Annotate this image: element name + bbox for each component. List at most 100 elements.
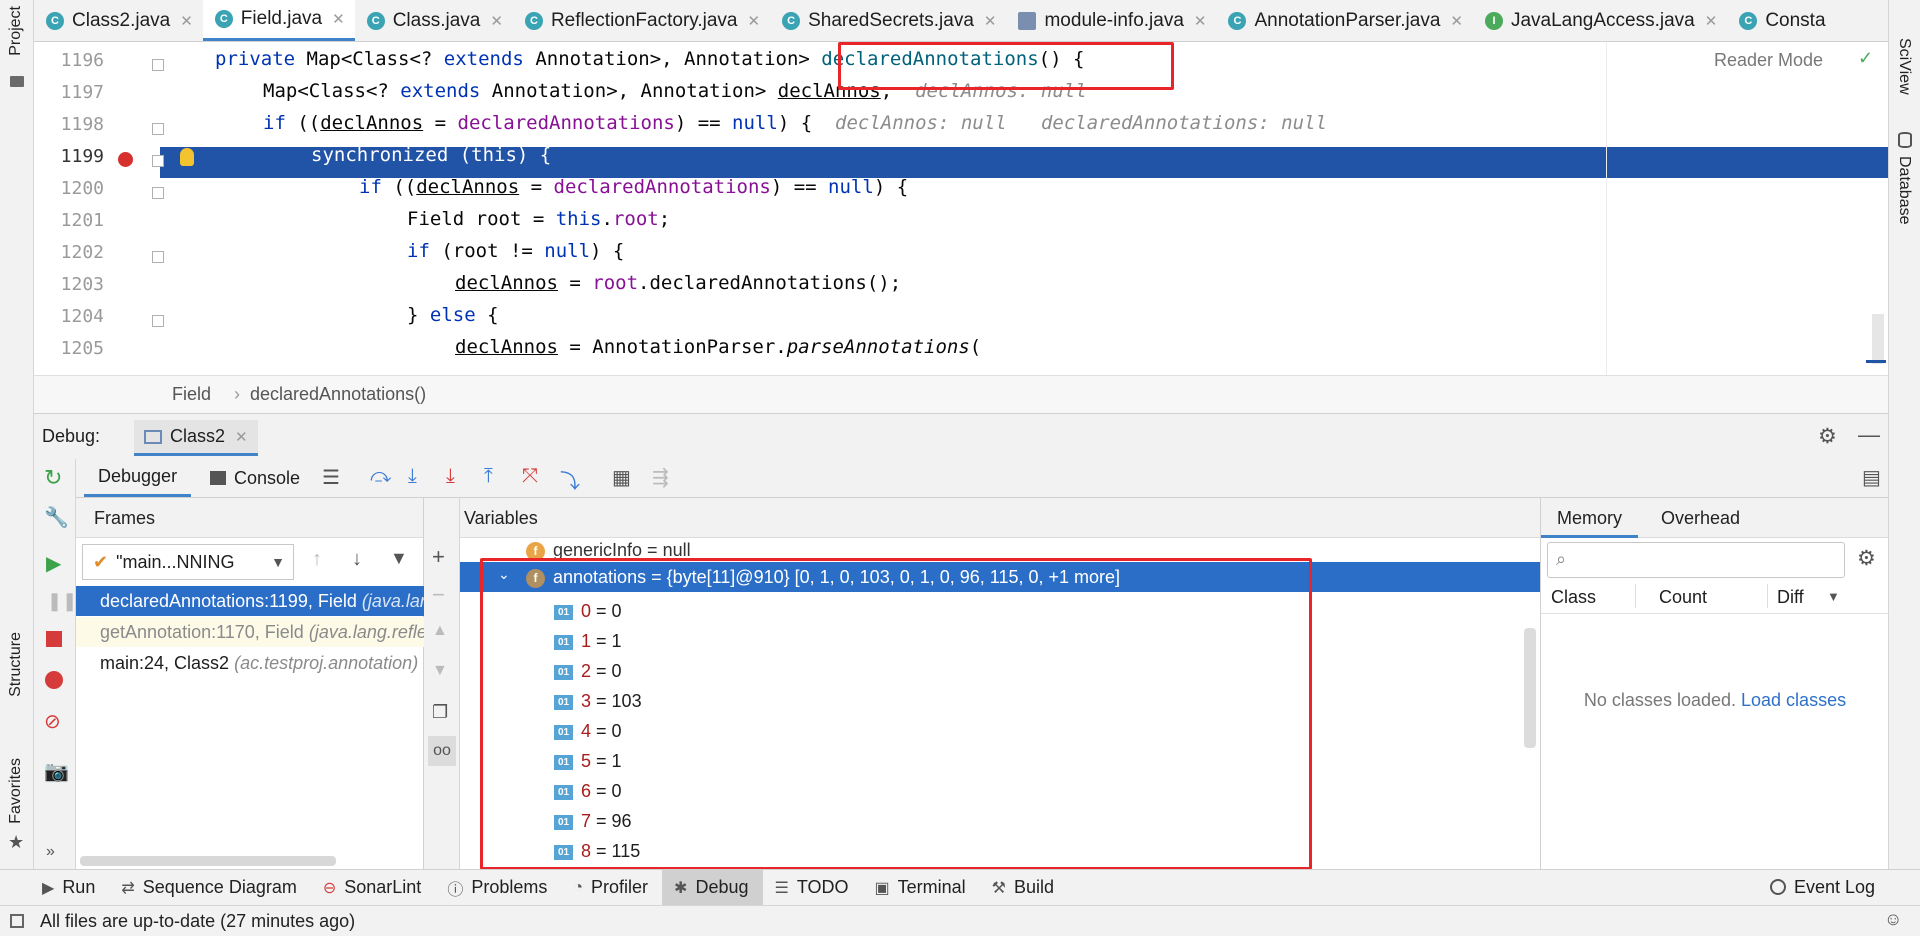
lightbulb-icon[interactable] — [180, 148, 194, 166]
line-number: 1199 — [60, 146, 104, 167]
close-icon[interactable]: ✕ — [984, 12, 997, 30]
layout-icon[interactable]: ▤ — [1862, 465, 1881, 490]
close-icon[interactable]: ✕ — [490, 12, 503, 30]
layout-toggle-icon[interactable] — [10, 914, 24, 928]
reader-mode-button[interactable]: Reader Mode — [1714, 50, 1823, 71]
tab-debugger[interactable]: Debugger — [84, 459, 192, 497]
tool-build[interactable]: ⚒ Build — [980, 870, 1068, 906]
tab-4[interactable]: C SharedSecrets.java ✕ — [770, 0, 1006, 41]
tab-8[interactable]: C Consta — [1727, 0, 1835, 41]
tool-todo[interactable]: ☰ TODO — [763, 870, 863, 906]
tab-memory[interactable]: Memory — [1541, 498, 1639, 538]
breakpoint-icon[interactable] — [118, 152, 133, 167]
fold-marker[interactable] — [152, 251, 164, 263]
drop-frame-icon[interactable]: ⤧ — [522, 465, 538, 488]
step-out-icon[interactable]: ⤒ — [484, 465, 493, 488]
favorites-tool-tab[interactable]: Favorites — [7, 758, 25, 824]
sciview-tool-tab[interactable]: SciView — [1895, 38, 1913, 95]
wrench-icon[interactable]: 🔧 — [44, 505, 69, 530]
tab-5[interactable]: module-info.java ✕ — [1006, 0, 1216, 41]
more-icon[interactable]: » — [46, 843, 55, 861]
glasses-icon[interactable]: oo — [428, 736, 456, 766]
filter-icon[interactable]: ▼ — [390, 548, 408, 569]
close-icon[interactable]: ✕ — [748, 12, 761, 30]
project-tool-tab[interactable]: Project — [7, 6, 25, 56]
frames-scrollbar[interactable] — [80, 856, 336, 866]
mute-breakpoints-icon[interactable]: ⊘ — [44, 709, 61, 734]
close-icon[interactable]: ✕ — [332, 10, 345, 28]
breadcrumb-class[interactable]: Field — [172, 384, 211, 405]
close-icon[interactable]: ✕ — [1450, 12, 1463, 30]
variables-scrollbar[interactable] — [1524, 628, 1536, 748]
inspector-icon[interactable]: ☺ — [1884, 909, 1902, 930]
frame-item[interactable]: declaredAnnotations:1199, Field (java.la… — [76, 586, 424, 616]
frame-item[interactable]: main:24, Class2 (ac.testproj.annotation) — [76, 648, 424, 678]
line-number: 1198 — [60, 114, 104, 135]
col-count[interactable]: Count — [1659, 587, 1707, 608]
view-breakpoints-icon[interactable] — [45, 671, 63, 689]
highlight-box-variables — [480, 558, 1312, 870]
stop-icon[interactable] — [46, 631, 62, 647]
memory-search-input[interactable]: ⌕ — [1547, 542, 1845, 578]
rerun-icon[interactable]: ↻ — [44, 465, 62, 491]
menu-icon[interactable]: ☰ — [322, 465, 340, 490]
tool-sequence-diagram[interactable]: ⇄ Sequence Diagram — [109, 870, 311, 906]
col-class[interactable]: Class — [1551, 587, 1596, 608]
close-icon[interactable]: ✕ — [1705, 12, 1718, 30]
fold-marker[interactable] — [152, 155, 164, 167]
run-to-cursor-icon[interactable]: ⤵ — [560, 465, 580, 494]
tool-profiler[interactable]: ◔ Profiler — [561, 870, 662, 906]
force-step-into-icon[interactable]: ⤓ — [446, 465, 455, 488]
database-tool-tab[interactable]: Database — [1895, 156, 1913, 225]
tool-terminal[interactable]: ▣ Terminal — [863, 870, 980, 906]
code-editor[interactable]: 1196 1197 1198 1199 1200 1201 1202 1203 1204 1205… — [34, 42, 1888, 375]
gear-icon[interactable]: ⚙ — [1857, 546, 1876, 571]
fold-marker[interactable] — [152, 59, 164, 71]
minimize-icon[interactable]: — — [1858, 422, 1880, 448]
breadcrumb: Field › declaredAnnotations() — [34, 375, 1888, 413]
tool-sonarlint[interactable]: ⊖ SonarLint — [311, 870, 435, 906]
resume-icon[interactable]: ▶ — [46, 551, 61, 576]
tool-run[interactable]: ▶ Run — [0, 870, 109, 906]
debug-session-tab[interactable]: Class2 ✕ — [134, 420, 258, 456]
line-number: 1197 — [60, 82, 104, 103]
event-log-button[interactable]: Event Log — [1770, 869, 1875, 905]
step-into-icon[interactable]: ⤓ — [408, 465, 417, 488]
fold-marker[interactable] — [152, 123, 164, 135]
tab-overhead[interactable]: Overhead — [1661, 498, 1740, 538]
close-icon[interactable]: ✕ — [235, 428, 248, 446]
fold-marker[interactable] — [152, 315, 164, 327]
col-diff[interactable]: Diff — [1777, 587, 1804, 608]
play-icon: ▶ — [42, 879, 55, 897]
tool-problems[interactable]: ⓘ Problems — [435, 870, 561, 906]
structure-tool-tab[interactable]: Structure — [7, 632, 25, 697]
breadcrumb-method[interactable]: declaredAnnotations() — [250, 384, 426, 405]
tab-console[interactable]: Console — [210, 459, 300, 497]
thread-select[interactable]: ✔ "main...NNING ▼ — [82, 544, 294, 580]
tab-6[interactable]: C AnnotationParser.java ✕ — [1216, 0, 1472, 41]
left-tool-strip: Project Structure Favorites ★ — [0, 0, 34, 905]
arrow-down-icon[interactable]: ↓ — [352, 548, 362, 571]
tab-3[interactable]: C ReflectionFactory.java ✕ — [513, 0, 770, 41]
interface-icon: I — [1484, 12, 1503, 30]
tab-1[interactable]: C Field.java ✕ — [202, 0, 355, 41]
step-over-icon[interactable]: ⤼ — [370, 465, 391, 488]
add-watch-icon[interactable]: + — [432, 544, 445, 570]
load-classes-link[interactable]: Load classes — [1741, 690, 1846, 710]
camera-icon[interactable]: 📷 — [44, 759, 69, 784]
tool-label: Terminal — [897, 877, 966, 897]
star-icon: ★ — [8, 832, 25, 852]
tool-debug[interactable]: ✱ Debug — [662, 869, 763, 906]
editor-scrollbar[interactable] — [1872, 314, 1884, 364]
console-icon — [210, 471, 226, 485]
close-icon[interactable]: ✕ — [180, 12, 193, 30]
tab-2[interactable]: C Class.java ✕ — [355, 0, 513, 41]
frame-item[interactable]: getAnnotation:1170, Field (java.lang.ref… — [76, 617, 424, 647]
evaluate-icon[interactable]: ▦ — [612, 465, 631, 490]
copy-icon[interactable]: ❐ — [432, 702, 448, 723]
gear-icon[interactable]: ⚙ — [1818, 424, 1837, 449]
tab-7[interactable]: I JavaLangAccess.java ✕ — [1473, 0, 1727, 41]
close-icon[interactable]: ✕ — [1194, 12, 1207, 30]
fold-marker[interactable] — [152, 187, 164, 199]
tab-0[interactable]: C Class2.java ✕ — [34, 0, 203, 41]
